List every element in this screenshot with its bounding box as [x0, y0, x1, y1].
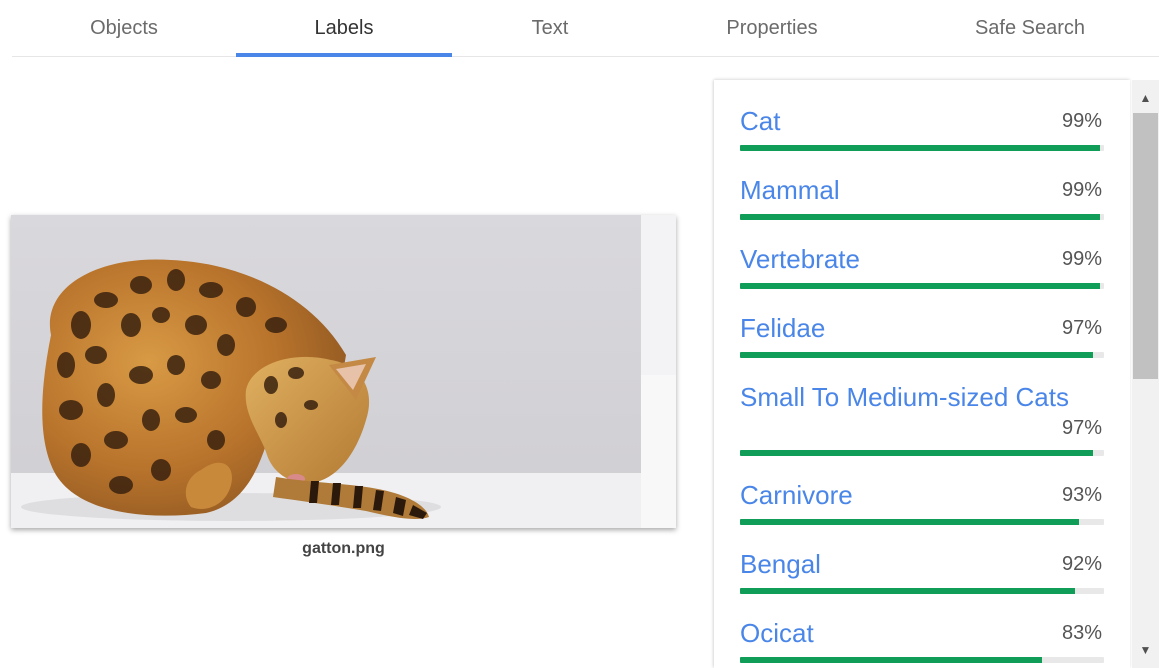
score-bar-fill — [740, 352, 1094, 358]
score-bar-fill — [740, 657, 1043, 663]
list-item: Cat 99% — [740, 106, 1104, 156]
tab-label: Text — [531, 16, 569, 39]
tab-label: Objects — [90, 16, 158, 39]
vision-results-page: Objects Labels Text Properties Safe Sear… — [0, 0, 1159, 668]
image-preview — [11, 215, 676, 528]
triangle-down-icon[interactable]: ▼ — [1132, 636, 1159, 664]
tab-properties[interactable]: Properties — [648, 0, 896, 56]
label-name[interactable]: Mammal — [740, 175, 840, 206]
score-bar — [740, 145, 1104, 151]
label-score: 99% — [1061, 179, 1102, 201]
label-name[interactable]: Small To Medium-sized Cats — [740, 382, 1069, 413]
list-item: Mammal 99% — [740, 175, 1104, 225]
score-bar-fill — [740, 145, 1101, 151]
tab-safe-search[interactable]: Safe Search — [896, 0, 1159, 56]
score-bar-fill — [740, 588, 1075, 594]
label-name[interactable]: Vertebrate — [740, 244, 860, 275]
tab-objects[interactable]: Objects — [12, 0, 236, 56]
label-score: 97% — [1061, 417, 1102, 439]
label-score: 97% — [1061, 317, 1102, 339]
list-item: Felidae 97% — [740, 313, 1104, 363]
score-bar — [740, 283, 1104, 289]
label-name[interactable]: Ocicat — [740, 618, 814, 649]
tab-label: Labels — [314, 16, 374, 39]
tab-labels[interactable]: Labels — [236, 0, 452, 57]
score-bar-fill — [740, 283, 1101, 289]
score-bar — [740, 450, 1104, 456]
label-score: 93% — [1061, 484, 1102, 506]
tab-bar: Objects Labels Text Properties Safe Sear… — [12, 0, 1159, 57]
list-item: Small To Medium-sized Cats 97% — [740, 382, 1104, 462]
list-item: Vertebrate 99% — [740, 244, 1104, 294]
label-name[interactable]: Carnivore — [740, 480, 853, 511]
score-bar — [740, 352, 1104, 358]
score-bar-fill — [740, 519, 1079, 525]
labels-list: Cat 99% Mammal 99% Vertebrate 99% Felida… — [714, 80, 1130, 668]
score-bar — [740, 519, 1104, 525]
label-name[interactable]: Bengal — [740, 549, 821, 580]
label-score: 99% — [1061, 248, 1102, 270]
labels-scrollbar[interactable]: ▲ ▼ — [1132, 80, 1159, 668]
tab-label: Safe Search — [974, 16, 1086, 39]
list-item: Carnivore 93% — [740, 480, 1104, 530]
label-name[interactable]: Felidae — [740, 313, 825, 344]
score-bar — [740, 214, 1104, 220]
label-score: 83% — [1061, 622, 1102, 644]
tab-text[interactable]: Text — [452, 0, 648, 56]
score-bar — [740, 588, 1104, 594]
score-bar — [740, 657, 1104, 663]
image-filename: gatton.png — [302, 540, 385, 557]
list-item: Ocicat 83% — [740, 618, 1104, 668]
triangle-up-icon[interactable]: ▲ — [1132, 84, 1159, 112]
label-score: 99% — [1061, 110, 1102, 132]
list-item: Bengal 92% — [740, 549, 1104, 599]
label-name[interactable]: Cat — [740, 106, 780, 137]
cat-photo — [11, 215, 676, 528]
tab-label: Properties — [726, 16, 818, 39]
scroll-thumb[interactable] — [1133, 113, 1158, 379]
score-bar-fill — [740, 450, 1094, 456]
score-bar-fill — [740, 214, 1101, 220]
label-score: 92% — [1061, 553, 1102, 575]
